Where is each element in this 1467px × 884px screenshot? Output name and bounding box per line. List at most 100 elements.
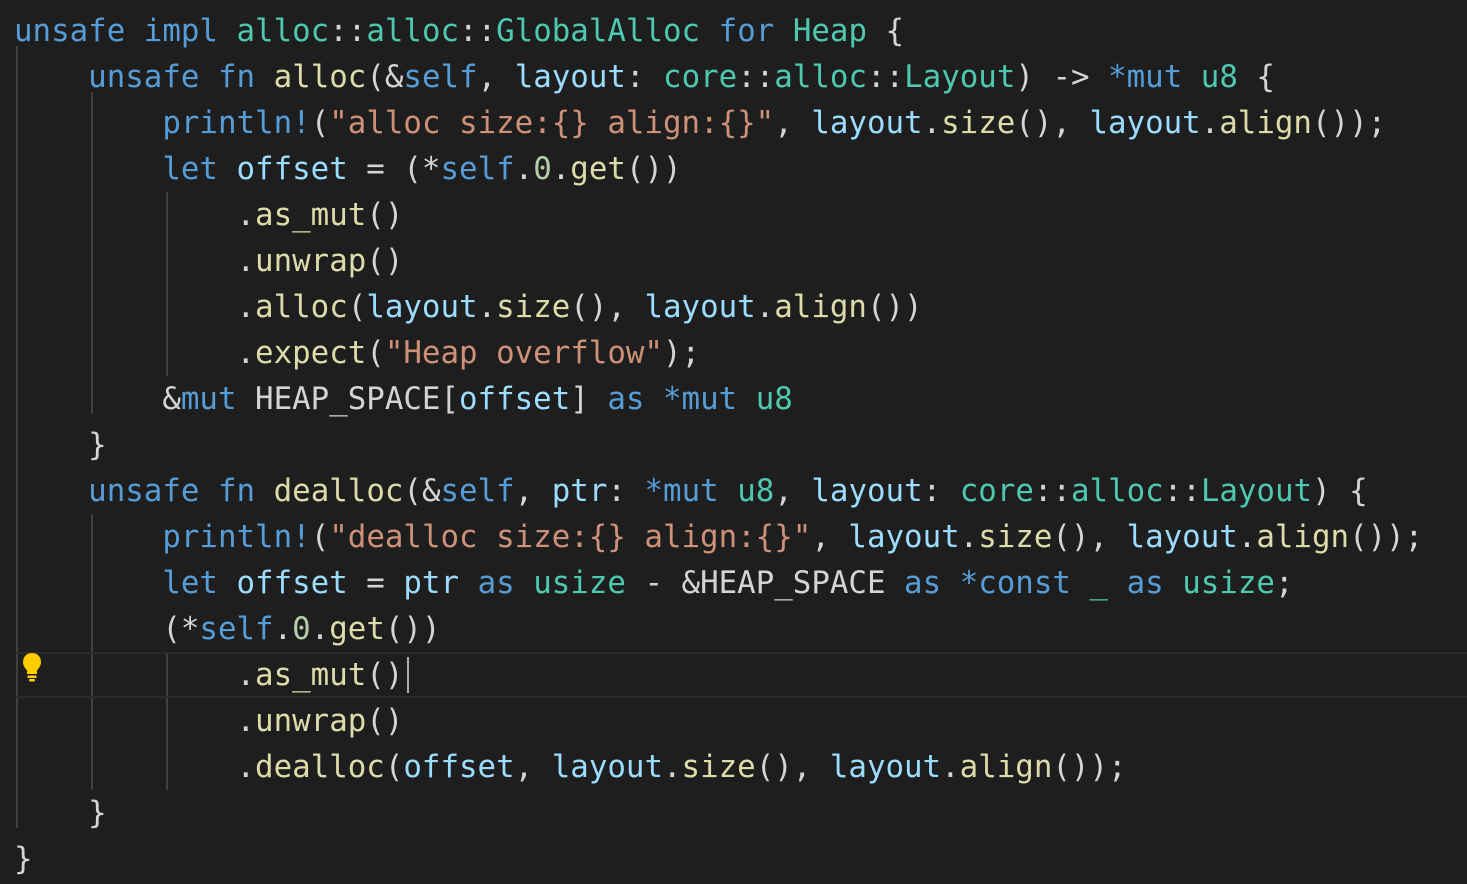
code-line[interactable]: .alloc(layout.size(), layout.align()) [0, 284, 1467, 330]
code-line[interactable]: let offset = ptr as usize - &HEAP_SPACE … [0, 560, 1467, 606]
code-line-text: unsafe fn dealloc(&self, ptr: *mut u8, l… [14, 468, 1368, 514]
code-token: let [162, 565, 218, 601]
text-cursor [407, 657, 409, 693]
code-line[interactable]: .expect("Heap overflow"); [0, 330, 1467, 376]
code-token: . [755, 289, 775, 325]
code-token: layout [514, 59, 626, 95]
code-token: (), [1015, 105, 1090, 141]
code-token: alloc [255, 289, 348, 325]
code-line[interactable]: println!("dealloc size:{} align:{}", lay… [0, 514, 1467, 560]
code-token: , [774, 473, 812, 509]
code-token: . [14, 197, 256, 233]
code-token: self [403, 59, 478, 95]
code-token: : [625, 59, 664, 95]
code-token: ptr [403, 565, 460, 601]
code-token: (), [570, 289, 645, 325]
code-token: as_mut [255, 657, 367, 693]
code-token: unwrap [255, 243, 367, 279]
code-token: ); [662, 335, 701, 371]
lightbulb-icon[interactable] [20, 651, 44, 683]
code-token: ] [570, 381, 608, 417]
code-line-text: } [14, 790, 107, 836]
code-token: size [978, 519, 1053, 555]
code-token: () [366, 703, 404, 739]
code-token: offset [403, 749, 515, 785]
code-token: alloc [236, 13, 330, 49]
code-line[interactable]: (*self.0.get()) [0, 606, 1467, 652]
code-line-text: .expect("Heap overflow"); [14, 330, 700, 376]
code-token: . [1200, 105, 1220, 141]
code-token: layout [1089, 105, 1201, 141]
code-token: ()); [1311, 105, 1387, 141]
code-token: fn [217, 473, 256, 509]
code-line[interactable]: } [0, 790, 1467, 836]
code-token: layout [811, 105, 923, 141]
code-token: as [607, 381, 645, 417]
code-token: align [774, 289, 867, 325]
code-token: layout [366, 289, 478, 325]
code-token: core [959, 473, 1034, 509]
code-line[interactable]: println!("alloc size:{} align:{}", layou… [0, 100, 1467, 146]
code-token: , [514, 473, 552, 509]
code-line[interactable]: unsafe fn alloc(&self, layout: core::all… [0, 54, 1467, 100]
code-line[interactable]: } [0, 836, 1467, 882]
code-line[interactable]: .unwrap() [0, 238, 1467, 284]
code-token: . [941, 749, 960, 785]
code-token: println! [162, 105, 311, 141]
code-line-text: .alloc(layout.size(), layout.align()) [14, 284, 922, 330]
code-line-text: &mut HEAP_SPACE[offset] as *mut u8 [14, 376, 792, 422]
code-line[interactable]: .as_mut() [0, 192, 1467, 238]
code-line[interactable]: .as_mut() [0, 652, 1467, 698]
code-token: self [440, 151, 515, 187]
code-line[interactable]: let offset = (*self.0.get()) [0, 146, 1467, 192]
code-line[interactable]: &mut HEAP_SPACE[offset] as *mut u8 [0, 376, 1467, 422]
code-token: . [14, 703, 256, 739]
code-token: usize [1182, 565, 1275, 601]
code-line-text: .as_mut() [14, 652, 403, 698]
code-token: layout [829, 749, 942, 785]
code-token: GlobalAlloc [496, 13, 701, 49]
code-token: _ [1089, 565, 1109, 601]
code-token: offset [236, 151, 348, 187]
code-token: = (* [347, 151, 441, 187]
code-line[interactable]: unsafe impl alloc::alloc::GlobalAlloc fo… [0, 8, 1467, 54]
code-token: mut [180, 381, 237, 417]
code-token: align [1256, 519, 1350, 555]
code-token: :: [329, 13, 367, 49]
code-token: - &HEAP_SPACE [625, 565, 905, 601]
code-line[interactable]: unsafe fn dealloc(&self, ptr: *mut u8, l… [0, 468, 1467, 514]
code-token: size [941, 105, 1016, 141]
code-line[interactable]: .unwrap() [0, 698, 1467, 744]
code-token: ()) [384, 611, 441, 647]
code-token: align [1219, 105, 1312, 141]
code-line-text: let offset = ptr as usize - &HEAP_SPACE … [14, 560, 1293, 606]
code-line-text: unsafe fn alloc(&self, layout: core::all… [14, 54, 1275, 100]
code-token: . [273, 611, 293, 647]
code-token: ( [384, 749, 404, 785]
code-token: . [14, 657, 256, 693]
code-token: alloc [1071, 473, 1164, 509]
code-token: dealloc [273, 473, 404, 509]
code-line[interactable]: } [0, 422, 1467, 468]
code-token: } [14, 427, 107, 463]
code-editor[interactable]: unsafe impl alloc::alloc::GlobalAlloc fo… [0, 0, 1467, 884]
code-token: as_mut [255, 197, 367, 233]
code-token: *mut [644, 473, 719, 509]
code-token: ( [310, 519, 330, 555]
code-token: } [14, 841, 33, 877]
code-token: 0 [292, 611, 311, 647]
code-token: dealloc [255, 749, 385, 785]
code-token: ()) [625, 151, 682, 187]
code-token: . [310, 611, 330, 647]
code-line[interactable]: .dealloc(offset, layout.size(), layout.a… [0, 744, 1467, 790]
code-token: , [514, 749, 552, 785]
code-token: layout [644, 289, 756, 325]
code-token: "alloc size:{} align:{}" [329, 105, 775, 141]
code-token: layout [1126, 519, 1238, 555]
